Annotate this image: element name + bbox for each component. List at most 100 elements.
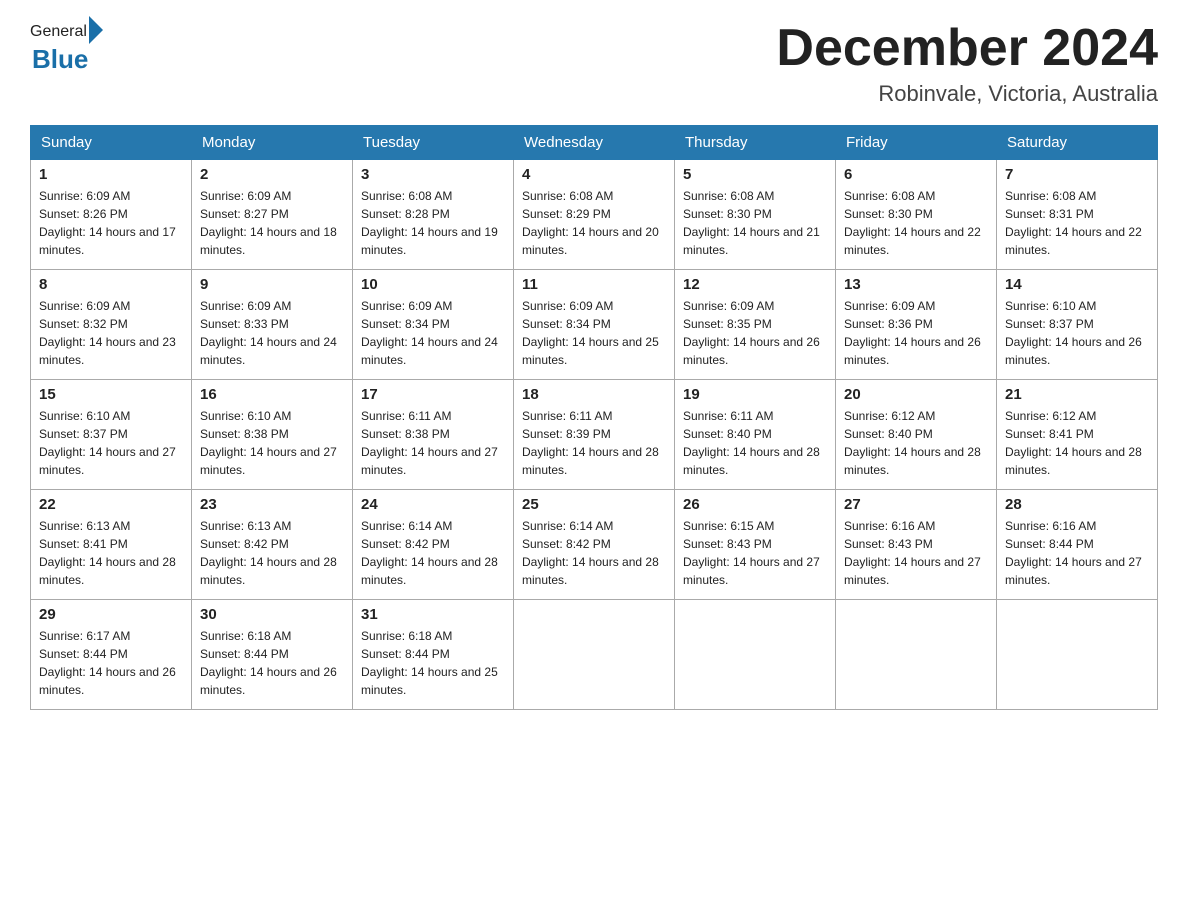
day-cell [836, 600, 997, 710]
day-cell: 26 Sunrise: 6:15 AMSunset: 8:43 PMDaylig… [675, 490, 836, 600]
day-cell: 12 Sunrise: 6:09 AMSunset: 8:35 PMDaylig… [675, 270, 836, 380]
day-info: Sunrise: 6:09 AMSunset: 8:33 PMDaylight:… [200, 299, 337, 367]
day-cell: 29 Sunrise: 6:17 AMSunset: 8:44 PMDaylig… [31, 600, 192, 710]
header-cell-tuesday: Tuesday [353, 126, 514, 160]
day-info: Sunrise: 6:09 AMSunset: 8:32 PMDaylight:… [39, 299, 176, 367]
day-number: 28 [1005, 496, 1149, 513]
day-cell: 7 Sunrise: 6:08 AMSunset: 8:31 PMDayligh… [997, 160, 1158, 270]
week-row-5: 29 Sunrise: 6:17 AMSunset: 8:44 PMDaylig… [31, 600, 1158, 710]
day-cell: 23 Sunrise: 6:13 AMSunset: 8:42 PMDaylig… [192, 490, 353, 600]
day-number: 21 [1005, 386, 1149, 403]
day-info: Sunrise: 6:12 AMSunset: 8:40 PMDaylight:… [844, 409, 981, 477]
day-info: Sunrise: 6:08 AMSunset: 8:28 PMDaylight:… [361, 189, 498, 257]
day-info: Sunrise: 6:09 AMSunset: 8:35 PMDaylight:… [683, 299, 820, 367]
day-number: 7 [1005, 166, 1149, 183]
day-number: 23 [200, 496, 344, 513]
header-cell-friday: Friday [836, 126, 997, 160]
day-number: 31 [361, 606, 505, 623]
title-block: December 2024 Robinvale, Victoria, Austr… [776, 20, 1158, 107]
day-cell [997, 600, 1158, 710]
day-number: 16 [200, 386, 344, 403]
day-cell [675, 600, 836, 710]
day-info: Sunrise: 6:13 AMSunset: 8:41 PMDaylight:… [39, 519, 176, 587]
week-row-1: 1 Sunrise: 6:09 AMSunset: 8:26 PMDayligh… [31, 160, 1158, 270]
day-cell: 5 Sunrise: 6:08 AMSunset: 8:30 PMDayligh… [675, 160, 836, 270]
day-number: 8 [39, 276, 183, 293]
day-info: Sunrise: 6:18 AMSunset: 8:44 PMDaylight:… [361, 629, 498, 697]
day-number: 4 [522, 166, 666, 183]
logo-blue-text: Blue [32, 44, 88, 74]
header-cell-saturday: Saturday [997, 126, 1158, 160]
day-cell: 18 Sunrise: 6:11 AMSunset: 8:39 PMDaylig… [514, 380, 675, 490]
day-info: Sunrise: 6:11 AMSunset: 8:40 PMDaylight:… [683, 409, 820, 477]
day-cell: 6 Sunrise: 6:08 AMSunset: 8:30 PMDayligh… [836, 160, 997, 270]
day-info: Sunrise: 6:09 AMSunset: 8:36 PMDaylight:… [844, 299, 981, 367]
day-cell: 17 Sunrise: 6:11 AMSunset: 8:38 PMDaylig… [353, 380, 514, 490]
header-cell-monday: Monday [192, 126, 353, 160]
header-cell-sunday: Sunday [31, 126, 192, 160]
day-info: Sunrise: 6:14 AMSunset: 8:42 PMDaylight:… [361, 519, 498, 587]
day-number: 3 [361, 166, 505, 183]
week-row-3: 15 Sunrise: 6:10 AMSunset: 8:37 PMDaylig… [31, 380, 1158, 490]
day-number: 26 [683, 496, 827, 513]
day-info: Sunrise: 6:08 AMSunset: 8:30 PMDaylight:… [683, 189, 820, 257]
day-cell: 24 Sunrise: 6:14 AMSunset: 8:42 PMDaylig… [353, 490, 514, 600]
day-cell: 31 Sunrise: 6:18 AMSunset: 8:44 PMDaylig… [353, 600, 514, 710]
day-number: 10 [361, 276, 505, 293]
day-number: 2 [200, 166, 344, 183]
day-number: 15 [39, 386, 183, 403]
day-cell: 13 Sunrise: 6:09 AMSunset: 8:36 PMDaylig… [836, 270, 997, 380]
logo-arrow-icon [89, 16, 103, 44]
day-number: 6 [844, 166, 988, 183]
logo-general-text: General [30, 23, 87, 41]
day-number: 11 [522, 276, 666, 293]
day-cell: 19 Sunrise: 6:11 AMSunset: 8:40 PMDaylig… [675, 380, 836, 490]
day-info: Sunrise: 6:08 AMSunset: 8:29 PMDaylight:… [522, 189, 659, 257]
header-cell-thursday: Thursday [675, 126, 836, 160]
header-cell-wednesday: Wednesday [514, 126, 675, 160]
day-info: Sunrise: 6:11 AMSunset: 8:38 PMDaylight:… [361, 409, 498, 477]
day-number: 25 [522, 496, 666, 513]
day-cell: 2 Sunrise: 6:09 AMSunset: 8:27 PMDayligh… [192, 160, 353, 270]
calendar-table: SundayMondayTuesdayWednesdayThursdayFrid… [30, 125, 1158, 710]
day-info: Sunrise: 6:13 AMSunset: 8:42 PMDaylight:… [200, 519, 337, 587]
day-number: 24 [361, 496, 505, 513]
day-info: Sunrise: 6:10 AMSunset: 8:38 PMDaylight:… [200, 409, 337, 477]
day-info: Sunrise: 6:10 AMSunset: 8:37 PMDaylight:… [39, 409, 176, 477]
logo: General Blue [30, 20, 103, 75]
day-number: 13 [844, 276, 988, 293]
day-cell: 16 Sunrise: 6:10 AMSunset: 8:38 PMDaylig… [192, 380, 353, 490]
day-info: Sunrise: 6:10 AMSunset: 8:37 PMDaylight:… [1005, 299, 1142, 367]
day-cell: 27 Sunrise: 6:16 AMSunset: 8:43 PMDaylig… [836, 490, 997, 600]
day-number: 27 [844, 496, 988, 513]
day-cell: 21 Sunrise: 6:12 AMSunset: 8:41 PMDaylig… [997, 380, 1158, 490]
day-cell: 1 Sunrise: 6:09 AMSunset: 8:26 PMDayligh… [31, 160, 192, 270]
day-number: 18 [522, 386, 666, 403]
day-info: Sunrise: 6:09 AMSunset: 8:34 PMDaylight:… [522, 299, 659, 367]
page-header: General Blue December 2024 Robinvale, Vi… [30, 20, 1158, 107]
week-row-2: 8 Sunrise: 6:09 AMSunset: 8:32 PMDayligh… [31, 270, 1158, 380]
week-row-4: 22 Sunrise: 6:13 AMSunset: 8:41 PMDaylig… [31, 490, 1158, 600]
day-info: Sunrise: 6:16 AMSunset: 8:44 PMDaylight:… [1005, 519, 1142, 587]
day-cell: 3 Sunrise: 6:08 AMSunset: 8:28 PMDayligh… [353, 160, 514, 270]
day-info: Sunrise: 6:12 AMSunset: 8:41 PMDaylight:… [1005, 409, 1142, 477]
day-cell: 9 Sunrise: 6:09 AMSunset: 8:33 PMDayligh… [192, 270, 353, 380]
day-info: Sunrise: 6:09 AMSunset: 8:34 PMDaylight:… [361, 299, 498, 367]
day-number: 5 [683, 166, 827, 183]
day-number: 20 [844, 386, 988, 403]
day-info: Sunrise: 6:09 AMSunset: 8:27 PMDaylight:… [200, 189, 337, 257]
day-number: 19 [683, 386, 827, 403]
day-cell: 20 Sunrise: 6:12 AMSunset: 8:40 PMDaylig… [836, 380, 997, 490]
day-number: 1 [39, 166, 183, 183]
day-info: Sunrise: 6:14 AMSunset: 8:42 PMDaylight:… [522, 519, 659, 587]
day-number: 22 [39, 496, 183, 513]
day-number: 17 [361, 386, 505, 403]
day-number: 12 [683, 276, 827, 293]
day-cell: 11 Sunrise: 6:09 AMSunset: 8:34 PMDaylig… [514, 270, 675, 380]
day-info: Sunrise: 6:17 AMSunset: 8:44 PMDaylight:… [39, 629, 176, 697]
day-number: 29 [39, 606, 183, 623]
day-cell: 10 Sunrise: 6:09 AMSunset: 8:34 PMDaylig… [353, 270, 514, 380]
day-cell: 22 Sunrise: 6:13 AMSunset: 8:41 PMDaylig… [31, 490, 192, 600]
day-info: Sunrise: 6:11 AMSunset: 8:39 PMDaylight:… [522, 409, 659, 477]
calendar-body: 1 Sunrise: 6:09 AMSunset: 8:26 PMDayligh… [31, 160, 1158, 710]
